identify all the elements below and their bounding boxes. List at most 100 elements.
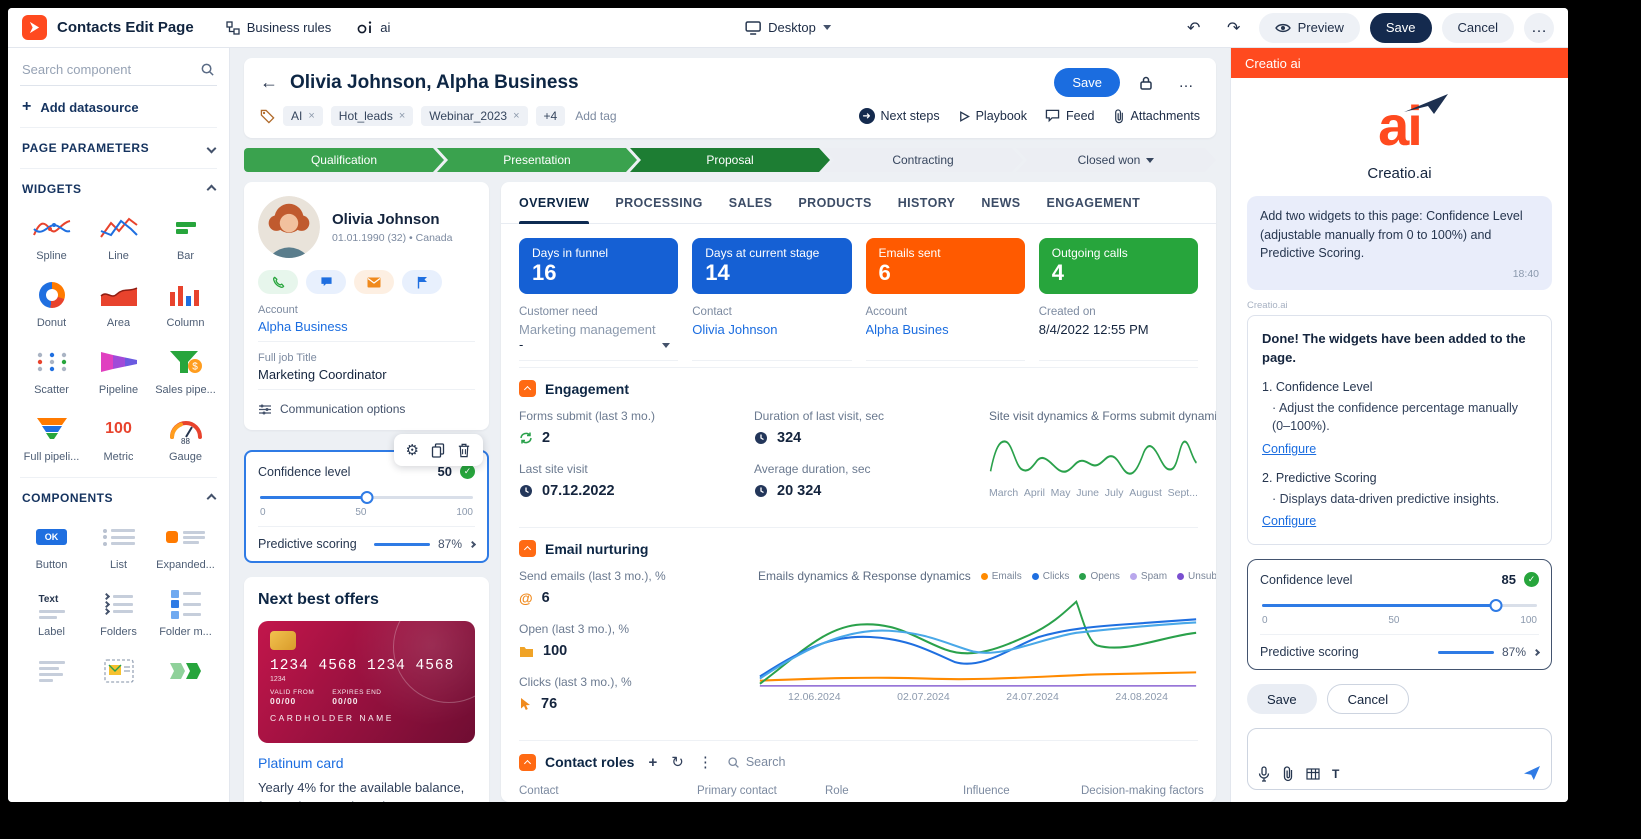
tab-engagement[interactable]: ENGAGEMENT (1047, 182, 1141, 223)
engagement-header[interactable]: Engagement (519, 380, 1198, 397)
flag-button[interactable] (402, 270, 442, 294)
communication-options[interactable]: Communication options (258, 402, 475, 416)
widget-column[interactable]: Column (154, 280, 217, 329)
add-datasource-button[interactable]: + Add datasource (20, 86, 217, 127)
remove-tag-icon[interactable]: × (308, 110, 314, 122)
contact-roles-header[interactable]: Contact roles (519, 754, 634, 771)
email-nurturing-header[interactable]: Email nurturing (519, 540, 1198, 557)
paperclip-icon[interactable] (1282, 766, 1294, 782)
save-button[interactable]: Save (1370, 13, 1432, 43)
tag-webinar-2023[interactable]: Webinar_2023× (421, 106, 527, 126)
component-folders[interactable]: Folders (87, 589, 150, 638)
delete-icon[interactable] (457, 443, 471, 458)
email-button[interactable] (354, 270, 394, 294)
more-tags-badge[interactable]: +4 (536, 106, 566, 126)
add-tag-button[interactable]: Add tag (575, 109, 616, 123)
feed-button[interactable]: Feed (1045, 109, 1095, 123)
predictive-scoring-row[interactable]: Predictive scoring 87% (1260, 634, 1539, 659)
ai-message-input[interactable] (1247, 728, 1552, 790)
tag-hot-leads[interactable]: Hot_leads× (331, 106, 413, 126)
stage-closed-won[interactable]: Closed won (1016, 148, 1216, 172)
widget-pipeline[interactable]: Pipeline (87, 347, 150, 396)
tab-processing[interactable]: PROCESSING (615, 182, 702, 223)
microphone-icon[interactable] (1258, 766, 1270, 782)
text-format-icon[interactable] (1332, 767, 1339, 781)
lock-icon[interactable] (1132, 69, 1160, 97)
configure-link-2[interactable]: Configure (1262, 512, 1316, 531)
confidence-widget-canvas[interactable]: ⚙ Confidence level 50 (244, 450, 489, 563)
account-link[interactable]: Alpha Business (258, 319, 475, 342)
duplicate-icon[interactable] (431, 443, 445, 458)
widget-bar[interactable]: Bar (154, 213, 217, 262)
roles-search[interactable]: Search (727, 755, 786, 769)
ai-save-button[interactable]: Save (1247, 684, 1317, 714)
tab-history[interactable]: HISTORY (898, 182, 956, 223)
tag-ai[interactable]: AI× (283, 106, 323, 126)
tab-sales[interactable]: SALES (729, 182, 773, 223)
component-label[interactable]: Text Label (20, 589, 83, 638)
settings-gear-icon[interactable]: ⚙ (406, 441, 419, 459)
configure-link-1[interactable]: Configure (1262, 440, 1316, 459)
tab-overview[interactable]: OVERVIEW (519, 182, 589, 223)
widget-metric[interactable]: 100 Metric (87, 414, 150, 463)
back-icon[interactable]: ← (260, 72, 278, 93)
attachments-button[interactable]: Attachments (1113, 109, 1200, 124)
widget-gauge[interactable]: 88 Gauge (154, 414, 217, 463)
widget-sales-pipeline[interactable]: $ Sales pipe... (154, 347, 217, 396)
ai-cancel-button[interactable]: Cancel (1327, 684, 1409, 714)
predictive-scoring-row[interactable]: Predictive scoring 87% (258, 526, 475, 551)
metric-days-at-stage[interactable]: Days at current stage14 (692, 238, 851, 294)
cancel-button[interactable]: Cancel (1442, 13, 1514, 43)
widget-line[interactable]: Line (87, 213, 150, 262)
widget-spline[interactable]: Spline (20, 213, 83, 262)
component-partial-2[interactable] (87, 656, 150, 686)
device-selector[interactable]: Desktop (745, 20, 831, 35)
stage-presentation[interactable]: Presentation (437, 148, 637, 172)
component-expanded[interactable]: Expanded... (154, 522, 217, 571)
tab-products[interactable]: PRODUCTS (798, 182, 871, 223)
widget-scatter[interactable]: Scatter (20, 347, 83, 396)
remove-tag-icon[interactable]: × (513, 110, 519, 122)
record-save-button[interactable]: Save (1054, 68, 1120, 97)
search-input[interactable] (22, 62, 194, 77)
page-parameters-section[interactable]: PAGE PARAMETERS (20, 127, 217, 168)
metric-emails-sent[interactable]: Emails sent6 (866, 238, 1025, 294)
slider-thumb[interactable] (360, 491, 373, 504)
slider-thumb[interactable] (1489, 599, 1502, 612)
component-partial-3[interactable] (154, 656, 217, 686)
widget-donut[interactable]: Donut (20, 280, 83, 329)
widgets-section[interactable]: WIDGETS (20, 168, 217, 209)
stage-qualification[interactable]: Qualification (244, 148, 444, 172)
component-button[interactable]: OK Button (20, 522, 83, 571)
remove-tag-icon[interactable]: × (399, 110, 405, 122)
refresh-button[interactable]: ↻ (671, 753, 684, 771)
tab-news[interactable]: NEWS (981, 182, 1020, 223)
metric-outgoing-calls[interactable]: Outgoing calls4 (1039, 238, 1198, 294)
stage-contracting[interactable]: Contracting (823, 148, 1023, 172)
account-link[interactable]: Alpha Busines (866, 322, 1025, 337)
widget-area[interactable]: Area (87, 280, 150, 329)
preview-button[interactable]: Preview (1259, 13, 1360, 43)
widget-full-pipeline[interactable]: Full pipeli... (20, 414, 83, 463)
redo-button[interactable]: ↷ (1219, 13, 1249, 43)
table-icon[interactable] (1306, 768, 1320, 780)
call-button[interactable] (258, 270, 298, 294)
next-steps-button[interactable]: ➜Next steps (859, 108, 940, 124)
component-list[interactable]: List (87, 522, 150, 571)
more-menu-button[interactable]: … (1524, 13, 1554, 43)
component-partial-1[interactable] (20, 656, 83, 686)
playbook-button[interactable]: Playbook (958, 109, 1027, 123)
business-rules-button[interactable]: Business rules (218, 15, 340, 40)
metric-days-in-funnel[interactable]: Days in funnel16 (519, 238, 678, 294)
components-section[interactable]: COMPONENTS (20, 477, 217, 518)
component-folder-manager[interactable]: Folder m... (154, 589, 217, 638)
record-more-button[interactable]: … (1172, 69, 1200, 97)
kebab-menu-icon[interactable]: ⋮ (698, 753, 713, 771)
add-row-button[interactable]: + (648, 754, 657, 771)
undo-button[interactable]: ↶ (1179, 13, 1209, 43)
contact-link[interactable]: Olivia Johnson (692, 322, 851, 337)
ai-button[interactable]: ai (349, 15, 398, 40)
customer-need-field[interactable]: Customer need Marketing management - (519, 306, 678, 361)
stage-proposal[interactable]: Proposal (630, 148, 830, 172)
confidence-slider[interactable] (1262, 599, 1537, 611)
